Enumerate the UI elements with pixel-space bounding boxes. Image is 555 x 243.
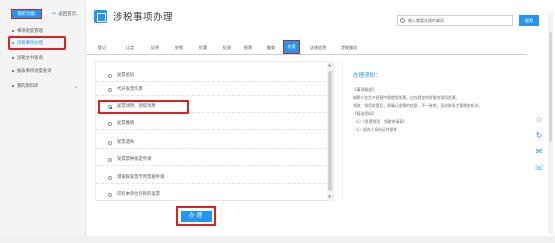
bullet-icon	[12, 69, 14, 72]
list-item[interactable]: 代开发票作废	[96, 84, 326, 96]
list-item[interactable]: 印有本单位名称的发票	[96, 189, 326, 201]
tab-collection[interactable]: 征收	[220, 41, 234, 54]
sidebar-item-report-progress[interactable]: 报表事项进度查询	[0, 67, 86, 77]
back-home-label: 返回首页	[58, 12, 77, 17]
list-item[interactable]: 发票验旧	[96, 70, 326, 82]
radio-button[interactable]	[108, 122, 112, 126]
submit-button[interactable]: 办理	[181, 211, 212, 222]
option-list-scrollbar[interactable]: ▲ ▼	[327, 61, 333, 201]
category-tabs: 登记 认定 证明 申报 优惠 征收 税票 稽查 发票 法律追责 涉税服务	[86, 40, 527, 55]
guide-line: （1）《发票领用、领取申请表》	[353, 119, 407, 124]
option-label: 发票验旧	[117, 73, 135, 78]
option-label: 代开发票作废	[117, 87, 143, 92]
sidebar-head-label[interactable]: 我的功能	[11, 9, 42, 19]
tab-preferential[interactable]: 优惠	[196, 41, 210, 54]
guide-line: 纳税人在生产经营中需使用发票，应在规定的时限内领用发票。	[353, 95, 460, 100]
sidebar-item-label: 事项进度管理	[17, 29, 43, 34]
tab-declaration[interactable]: 申报	[172, 41, 186, 54]
guide-line: 【报送资料】	[353, 111, 376, 116]
page-scrollbar[interactable]	[548, 12, 553, 234]
search-placeholder: 输入需要办理的事项	[408, 18, 444, 23]
guide-line: （2）经办人身份证件原件	[353, 127, 398, 132]
sidebar-item-label: 报表事项进度查询	[17, 69, 52, 74]
tab-tax-service[interactable]: 涉税服务	[338, 41, 360, 54]
list-item[interactable]: 发票缴销	[96, 118, 326, 130]
highlight-box-sidebar	[8, 36, 66, 50]
tax-matters-logo-icon	[94, 10, 107, 23]
floating-toolbar: ☆ ↻ ✉ ☏	[531, 112, 547, 180]
radio-button[interactable]	[108, 193, 112, 197]
tab-identification[interactable]: 认定	[123, 41, 137, 54]
bullet-icon	[12, 84, 14, 87]
phone-icon[interactable]: ☏	[533, 162, 545, 174]
star-icon[interactable]: ☆	[533, 114, 545, 126]
tab-certificate[interactable]: 证明	[148, 41, 162, 54]
refresh-icon[interactable]: ↻	[533, 130, 545, 142]
search-icon	[400, 18, 405, 23]
search-input[interactable]: 输入需要办理的事项	[397, 15, 513, 26]
option-label: 增值税发票专用票据申请	[117, 175, 165, 180]
scrollbar-thumb[interactable]	[328, 71, 332, 191]
option-label: 印有本单位名称的发票	[117, 192, 160, 197]
radio-button[interactable]	[108, 88, 112, 92]
radio-button[interactable]	[108, 74, 112, 78]
list-item[interactable]: 发票票种核定申请	[96, 154, 326, 166]
radio-button[interactable]	[108, 176, 112, 180]
radio-button[interactable]	[108, 158, 112, 162]
back-arrow-icon: ↩	[52, 11, 57, 17]
radio-button[interactable]	[108, 141, 112, 145]
back-home-link[interactable]: ↩ 返回首页	[52, 11, 76, 17]
list-item[interactable]: 发票遗失	[96, 137, 326, 149]
guide-line: 领取、领用发票后，需确认发票的信息，不一致的，及时联系主管税务机关。	[353, 103, 483, 108]
sidebar-item-label: 涉税文书查询	[17, 56, 43, 61]
tab-inspection[interactable]: 稽查	[264, 41, 278, 54]
tab-legal[interactable]: 法律追责	[307, 41, 329, 54]
scroll-down-icon[interactable]: ▼	[328, 194, 331, 199]
page-scrollbar-thumb[interactable]	[549, 32, 552, 142]
bottom-bar	[0, 236, 555, 243]
header: 涉税事项办理 输入需要办理的事项 搜索	[86, 0, 555, 30]
bullet-icon	[12, 29, 14, 32]
chevron-down-icon: ⌄	[73, 84, 78, 90]
list-item[interactable]: 增值税发票专用票据申请	[96, 172, 326, 184]
guide-line: 【事项概述】	[353, 87, 376, 92]
message-icon[interactable]: ✉	[533, 146, 545, 158]
option-list: 发票验旧 代开发票作废 发票领用、领取领用 发票缴销 发票遗失 发票票种核定申请…	[95, 61, 334, 201]
guide-title: 办理须知：	[353, 73, 381, 79]
tab-invoice[interactable]: 发票	[283, 40, 300, 54]
sidebar-item-my-library[interactable]: 我的资料库 ⌄	[0, 82, 86, 92]
option-label: 发票缴销	[117, 121, 135, 126]
tab-registration[interactable]: 登记	[95, 41, 109, 54]
guide-panel: 办理须知： 【事项概述】 纳税人在生产经营中需使用发票，应在规定的时限内领用发票…	[342, 61, 520, 201]
search-button[interactable]: 搜索	[519, 15, 539, 26]
page-title: 涉税事项办理	[113, 12, 174, 23]
sidebar-item-tax-documents[interactable]: 涉税文书查询	[0, 54, 86, 64]
highlight-box-option	[98, 100, 189, 114]
scroll-up-icon[interactable]: ▲	[328, 62, 331, 67]
bullet-icon	[12, 56, 14, 59]
tab-tax-ticket[interactable]: 税票	[241, 41, 255, 54]
sidebar-item-label: 我的资料库	[17, 84, 39, 89]
option-label: 发票遗失	[117, 140, 135, 145]
option-label: 发票票种核定申请	[117, 157, 152, 162]
